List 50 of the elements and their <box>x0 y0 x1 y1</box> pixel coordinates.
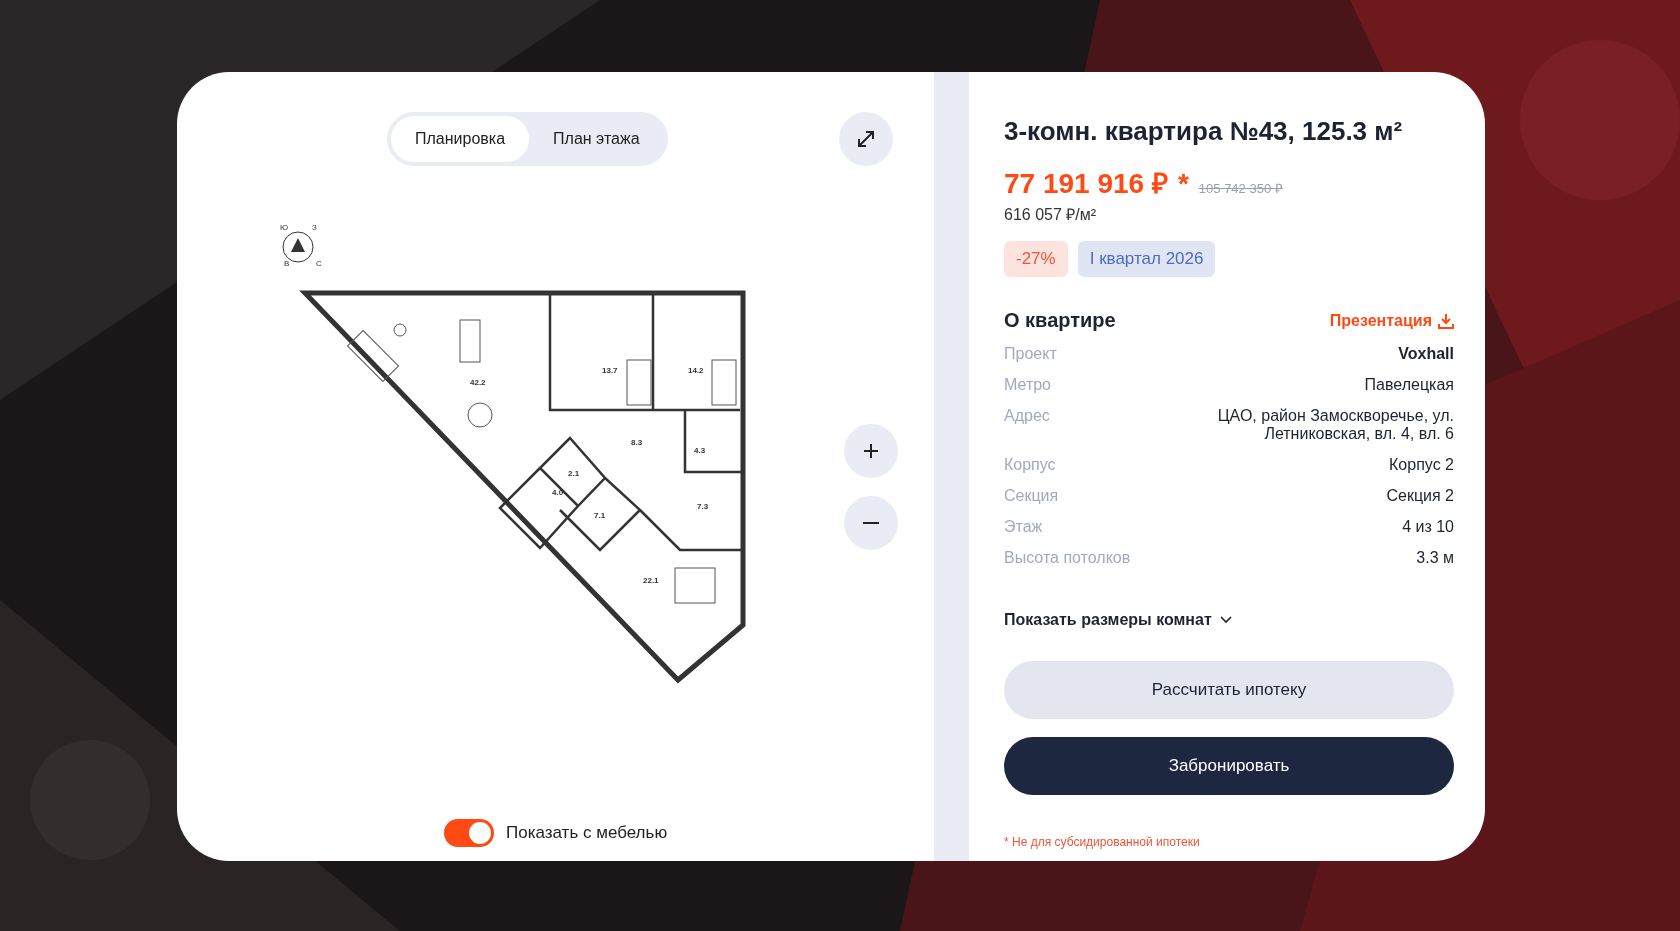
discount-badge: -27% <box>1004 241 1068 277</box>
property-value: Павелецкая <box>1364 376 1454 394</box>
property-value: Voxhall <box>1398 345 1454 363</box>
property-label: Этаж <box>1004 518 1043 536</box>
book-button[interactable]: Забронировать <box>1004 737 1454 795</box>
room-area-label: 13.7 <box>602 366 618 375</box>
property-label: Адрес <box>1004 407 1050 426</box>
room-area-label: 7.3 <box>697 502 709 511</box>
property-label: Высота потолков <box>1004 549 1131 567</box>
property-value: Секция 2 <box>1386 487 1454 505</box>
view-tab[interactable]: План этажа <box>529 116 664 162</box>
room-area-label: 7.1 <box>594 511 606 520</box>
property-label: Корпус <box>1004 456 1056 474</box>
compass-letter: С <box>316 259 322 268</box>
furniture-label: Показать с мебелью <box>506 823 668 843</box>
mortgage-button[interactable]: Рассчитать ипотеку <box>1004 661 1454 719</box>
property-value: 4 из 10 <box>1402 518 1454 536</box>
view-tab[interactable]: Планировка <box>391 116 530 162</box>
compass-icon <box>282 231 314 263</box>
room-area-label: 2.1 <box>568 469 580 478</box>
price: 77 191 916 ₽ <box>1004 167 1168 201</box>
room-area-label: 14.2 <box>688 366 704 375</box>
room-area-label: 42.2 <box>470 378 486 387</box>
plus-icon <box>863 443 879 459</box>
price-footnote-mark: * <box>1177 168 1189 200</box>
minus-icon <box>863 522 879 524</box>
property-value: 3.3 м <box>1416 549 1454 567</box>
chevron-icon <box>1219 616 1232 624</box>
room-area-label: 22.1 <box>643 576 659 585</box>
room-area-label: 8.3 <box>631 438 643 447</box>
room-area-label: 4.3 <box>694 446 706 455</box>
compass-letter: В <box>284 259 290 268</box>
price-per-m2: 616 057 ₽/м² <box>1004 205 1098 225</box>
compass-letter: З <box>312 223 317 232</box>
property-label: Проект <box>1004 345 1057 363</box>
footnote: * Не для субсидированной ипотеки <box>1004 835 1201 849</box>
apartment-title: 3-комн. квартира №43, 125.3 м² <box>1004 116 1404 147</box>
download-icon <box>1438 312 1454 329</box>
property-value: ЦАО, район Замоскворечье, ул. Летниковская, вл. 4, вл. 6 <box>1216 407 1454 443</box>
property-label: Секция <box>1004 487 1059 505</box>
room-area-label: 4.0 <box>552 488 564 497</box>
section-heading: О квартире <box>1004 309 1116 332</box>
expand-icon <box>855 129 876 149</box>
furniture-switch[interactable] <box>444 819 494 847</box>
property-label: Метро <box>1004 376 1051 394</box>
compass-letter: Ю <box>280 223 289 232</box>
completion-badge: I квартал 2026 <box>1077 241 1216 277</box>
property-value: Корпус 2 <box>1389 456 1454 474</box>
old-price: 105 742 350 ₽ <box>1198 180 1283 197</box>
room-sizes-toggle[interactable]: Показать размеры комнат <box>1004 611 1232 629</box>
